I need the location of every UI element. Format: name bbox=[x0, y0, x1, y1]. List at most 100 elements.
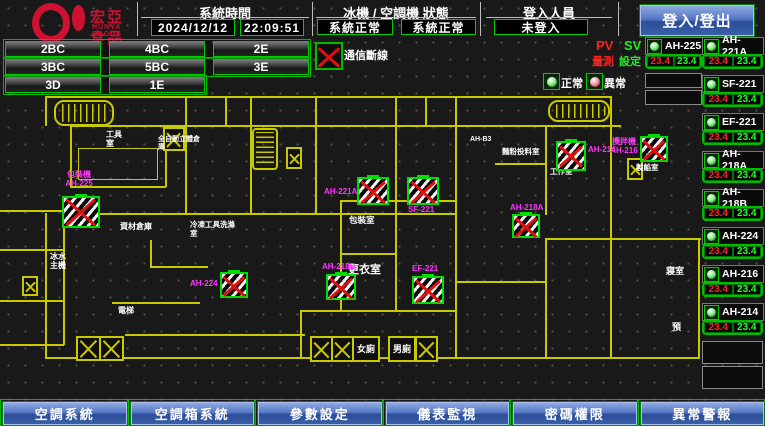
pv-value: 23.4 bbox=[647, 56, 674, 67]
unit-tag-sf-221: SF-221 bbox=[408, 206, 434, 215]
header-underline bbox=[141, 17, 309, 18]
room-label: 冰水主機 bbox=[50, 252, 68, 270]
nav-ac-system-button[interactable]: 空調系統 bbox=[3, 402, 127, 425]
equip-name: AH-224 bbox=[722, 230, 758, 242]
equip-row-ah-216[interactable]: AH-216 bbox=[702, 265, 764, 283]
unit-tag-ah-224: AH-224 bbox=[190, 280, 218, 289]
equip-row-ah-224[interactable]: AH-224 bbox=[702, 227, 764, 245]
header-divider bbox=[312, 2, 313, 36]
pv-value: 23.4 bbox=[704, 170, 733, 181]
sv-value: 23.4 bbox=[733, 132, 762, 143]
map-unit-ah-225[interactable] bbox=[62, 196, 100, 228]
nav-password-auth-button[interactable]: 密碼權限 bbox=[513, 402, 637, 425]
equip-name: AH-214 bbox=[722, 306, 758, 318]
unit-tag-ah-218b: AH-218B bbox=[322, 263, 355, 272]
status-lamp-icon bbox=[704, 191, 719, 206]
login-logout-button[interactable]: 登入/登出 bbox=[640, 5, 754, 36]
equip-row-ah-218a[interactable]: AH-218A bbox=[702, 151, 764, 169]
stairs-icon bbox=[54, 100, 114, 126]
normal-lamp-icon bbox=[543, 73, 560, 90]
unit-tag-ef-221: EF-221 bbox=[412, 265, 438, 274]
equip-row-ah-225[interactable]: AH-225 bbox=[645, 37, 703, 55]
sv-value: 23.4 bbox=[733, 284, 762, 295]
room-label-womens-toilet: 女廁 bbox=[352, 336, 380, 362]
zone-button-3e[interactable]: 3E bbox=[213, 59, 309, 75]
equip-values-ef-221: 23.4 23.4 bbox=[702, 130, 763, 145]
equip-name: AH-225 bbox=[665, 40, 701, 52]
legend-measure: 量測 bbox=[592, 53, 614, 69]
zone-button-3d[interactable]: 3D bbox=[5, 77, 101, 93]
nav-ahu-system-button[interactable]: 空調箱系統 bbox=[131, 402, 255, 425]
fan-icon bbox=[310, 336, 333, 362]
map-unit-ah-218b[interactable] bbox=[326, 274, 356, 300]
zone-button-4bc[interactable]: 4BC bbox=[109, 41, 205, 57]
equip-values-ah-218b: 23.4 23.4 bbox=[702, 206, 763, 221]
equip-values-ah-214: 23.4 23.4 bbox=[702, 320, 763, 335]
nav-parameter-set-button[interactable]: 參數設定 bbox=[258, 402, 382, 425]
sv-value: 23.4 bbox=[733, 94, 762, 105]
map-unit-sf-221[interactable] bbox=[407, 177, 439, 205]
status-lamp-icon bbox=[704, 115, 719, 130]
legend-setting: 設定 bbox=[619, 53, 641, 69]
fan-icon bbox=[415, 336, 438, 362]
fan-icon bbox=[163, 127, 185, 151]
room-label: 冷凍工具洗滌室 bbox=[190, 221, 242, 238]
map-unit-ah-216[interactable] bbox=[640, 136, 668, 162]
sv-value: 23.4 bbox=[733, 246, 762, 257]
map-unit-ah-224[interactable] bbox=[220, 272, 248, 298]
equip-values-ah-216: 23.4 23.4 bbox=[702, 282, 763, 297]
equip-name: EF-221 bbox=[722, 116, 756, 128]
pv-value: 23.4 bbox=[704, 94, 733, 105]
unit-tag-ah-225: 包裝機AH-225 bbox=[56, 171, 102, 189]
zone-button-2e[interactable]: 2E bbox=[213, 41, 309, 57]
comm-fail-icon bbox=[315, 42, 343, 70]
status-lamp-icon bbox=[704, 39, 719, 54]
login-user-value: 未登入 bbox=[494, 19, 588, 35]
nav-meter-monitor-button[interactable]: 儀表監視 bbox=[386, 402, 510, 425]
zone-button-2bc[interactable]: 2BC bbox=[5, 41, 101, 57]
fan-icon bbox=[331, 336, 354, 362]
stairs-icon bbox=[252, 128, 278, 170]
header-divider bbox=[480, 2, 481, 36]
room-label: AH-B3 bbox=[470, 136, 491, 144]
header-divider bbox=[618, 2, 619, 36]
unit-tag-ah-216: 攪拌機AH-216 bbox=[610, 138, 638, 156]
sv-value: 23.4 bbox=[733, 322, 762, 333]
legend-pv: PV bbox=[596, 38, 613, 53]
map-unit-ef-221[interactable] bbox=[412, 276, 444, 304]
fan-icon bbox=[286, 147, 302, 169]
sv-value: 23.4 bbox=[733, 56, 762, 67]
zone-row-3: 3D 1E bbox=[3, 75, 207, 95]
room-label: 製餡室 bbox=[636, 164, 659, 173]
room-label: 包裝室 bbox=[349, 216, 375, 226]
sv-value: 23.4 bbox=[733, 208, 762, 219]
empty-slot bbox=[702, 341, 763, 364]
zone-button-5bc[interactable]: 5BC bbox=[109, 59, 205, 75]
map-unit-ah-218a[interactable] bbox=[512, 214, 540, 238]
sv-value: 23.4 bbox=[733, 170, 762, 181]
room-label: 麵粉投料室 bbox=[502, 148, 540, 157]
equip-row-sf-221[interactable]: SF-221 bbox=[702, 75, 764, 93]
zone-button-3bc[interactable]: 3BC bbox=[5, 59, 101, 75]
room-label: 寢室 bbox=[666, 266, 684, 276]
room-label-mens-toilet: 男廁 bbox=[388, 336, 416, 362]
map-unit-ah-214[interactable] bbox=[556, 141, 586, 171]
room-label: 工具室 bbox=[106, 130, 124, 148]
map-unit-ah-221a[interactable] bbox=[357, 177, 389, 205]
legend-sv: SV bbox=[624, 38, 641, 53]
header-divider bbox=[137, 2, 138, 36]
fan-icon bbox=[99, 336, 124, 361]
nav-alarm-button[interactable]: 異常警報 bbox=[641, 402, 765, 425]
pv-value: 23.4 bbox=[704, 284, 733, 295]
equip-row-ah-221a[interactable]: AH-221A bbox=[702, 37, 764, 55]
equip-row-ah-214[interactable]: AH-214 bbox=[702, 303, 764, 321]
status-lamp-icon bbox=[704, 267, 719, 282]
fan-icon bbox=[76, 336, 101, 361]
equip-values-sf-221: 23.4 23.4 bbox=[702, 92, 763, 107]
stairs-icon bbox=[548, 100, 610, 122]
system-clock-value: 22:09:51 bbox=[240, 19, 304, 36]
equip-row-ah-218b[interactable]: AH-218B bbox=[702, 189, 764, 207]
equip-row-ef-221[interactable]: EF-221 bbox=[702, 113, 764, 131]
zone-button-1e[interactable]: 1E bbox=[109, 77, 205, 93]
status-lamp-icon bbox=[647, 39, 662, 54]
